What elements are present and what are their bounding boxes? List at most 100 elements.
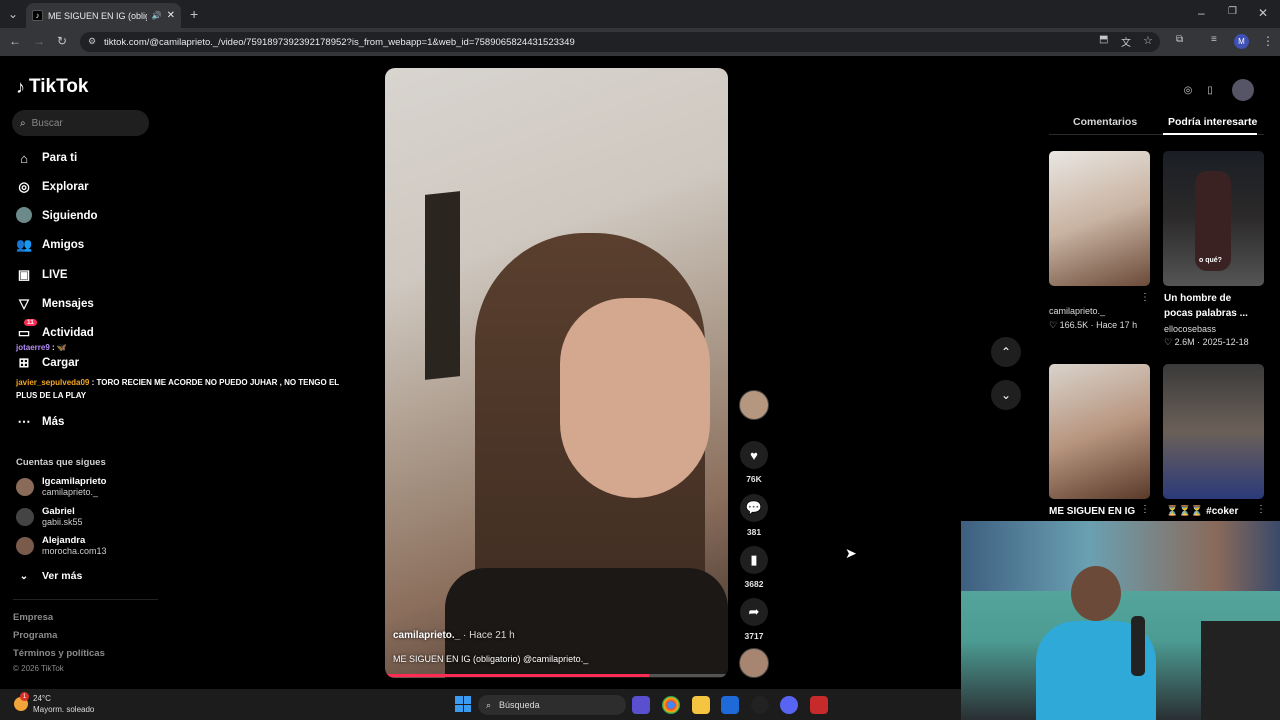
webcam-head — [1071, 566, 1121, 621]
windows-start-icon[interactable] — [455, 696, 471, 712]
site-info-icon[interactable]: ⚙ — [88, 36, 96, 47]
browser-menu-icon[interactable]: ⋮ — [1262, 34, 1274, 48]
coins-icon[interactable]: ◎ — [1177, 79, 1199, 101]
video-title[interactable]: ⏳⏳⏳ #coker — [1166, 504, 1238, 519]
followed-account[interactable]: Gabriel gabii.sk55 — [16, 506, 83, 527]
video-progress-bar[interactable] — [385, 674, 728, 677]
sidebar-item-cargar[interactable]: ⊞ Cargar — [16, 353, 80, 373]
account-name: Gabriel — [42, 506, 75, 517]
sidebar-item-mensajes[interactable]: ▽ Mensajes — [16, 294, 94, 314]
video-author[interactable]: camilaprieto._ · Hace 21 h — [393, 630, 515, 641]
sidebar-item-mas[interactable]: ⋯ Más — [16, 412, 65, 432]
logo-text: TikTok — [29, 76, 89, 97]
search-icon: ⌕ — [20, 117, 26, 129]
tab-comentarios[interactable]: Comentarios — [1073, 116, 1137, 128]
obs-icon[interactable] — [751, 696, 769, 714]
video-more-icon[interactable]: ⋮ — [1140, 504, 1150, 515]
minimize-icon[interactable]: – — [1198, 6, 1205, 20]
footer-link-empresa[interactable]: Empresa — [13, 612, 53, 623]
chrome-icon[interactable] — [662, 696, 680, 714]
save-button[interactable]: ▮ 3682 — [739, 546, 769, 589]
tab-podria-interesarte[interactable]: Podría interesarte — [1168, 116, 1257, 128]
file-explorer-icon[interactable] — [692, 696, 710, 714]
video-likes: 166.5K — [1059, 320, 1089, 330]
maximize-icon[interactable]: ❐ — [1228, 6, 1237, 17]
friends-icon: 👥 — [16, 237, 33, 252]
reading-list-icon[interactable]: ≡ — [1211, 34, 1217, 45]
forward-icon[interactable]: → — [33, 34, 45, 48]
footer-link-programa[interactable]: Programa — [13, 630, 57, 641]
video-user[interactable]: ellocosebass — [1164, 324, 1216, 334]
speaker-icon[interactable]: 🔊 — [152, 11, 162, 20]
share-button[interactable]: ➦ 3717 — [739, 598, 769, 641]
tiktok-logo[interactable]: ♪ TikTok — [16, 76, 88, 98]
video-user[interactable]: camilaprieto._ — [1049, 306, 1105, 316]
weather-widget[interactable]: 24°C Mayorm. soleado — [33, 693, 94, 715]
video-thumbnail[interactable] — [1049, 151, 1150, 286]
avatar — [16, 477, 34, 496]
sidebar-item-label: Mensajes — [42, 298, 94, 310]
close-window-icon[interactable]: ✕ — [1258, 6, 1268, 20]
extensions-icon[interactable]: ⧉ — [1176, 34, 1183, 45]
sidebar-item-actividad[interactable]: ▭ 11 Actividad — [16, 319, 94, 343]
like-count: 76K — [746, 474, 762, 484]
browser-tab[interactable]: ♪ ME SIGUEN EN IG (obligat 🔊 ✕ — [26, 3, 181, 28]
sidebar-item-label: Actividad — [42, 327, 94, 339]
see-more-button[interactable]: ⌄ Ver más — [16, 566, 83, 586]
thumbnail-figure — [1195, 171, 1231, 271]
reload-icon[interactable]: ↻ — [57, 34, 67, 48]
back-icon[interactable]: ← — [9, 34, 21, 48]
avatar — [16, 536, 34, 555]
bookmark-star-icon[interactable]: ☆ — [1143, 34, 1153, 47]
translate-icon[interactable]: 文 — [1121, 34, 1131, 49]
app-icon[interactable] — [810, 696, 828, 714]
followed-account[interactable]: Alejandra morocha.com13 — [16, 535, 107, 556]
home-icon: ⌂ — [20, 150, 28, 166]
followed-account[interactable]: Igcamilaprieto camilaprieto._ — [16, 476, 106, 497]
video-thumbnail[interactable] — [1163, 364, 1264, 499]
account-handle: gabii.sk55 — [42, 517, 83, 527]
weather-temp: 24°C — [33, 694, 51, 703]
sidebar-item-explorar[interactable]: ◎ Explorar — [16, 177, 88, 197]
discord-icon[interactable] — [780, 696, 798, 714]
tab-list-icon[interactable]: ⌄ — [8, 7, 18, 21]
search-input[interactable]: ⌕ Buscar — [12, 110, 149, 136]
store-icon[interactable] — [721, 696, 739, 714]
chevron-up-icon: ⌃ — [1000, 345, 1012, 359]
account-name: Alejandra — [42, 535, 86, 546]
close-tab-icon[interactable]: ✕ — [167, 10, 175, 21]
sidebar-item-siguiendo[interactable]: Siguiendo — [16, 206, 98, 226]
user-avatar[interactable] — [1232, 79, 1254, 101]
sidebar-item-para-ti[interactable]: ⌂ Para ti — [16, 148, 77, 168]
video-more-icon[interactable]: ⋮ — [1256, 504, 1266, 515]
video-thumbnail[interactable]: o qué? — [1163, 151, 1264, 286]
sidebar-item-amigos[interactable]: 👥 Amigos — [16, 235, 84, 255]
profile-avatar[interactable]: M — [1234, 34, 1249, 49]
new-tab-button[interactable]: + — [190, 6, 198, 22]
previous-video-button[interactable]: ⌃ — [991, 337, 1021, 367]
video-more-icon[interactable]: ⋮ — [1140, 292, 1150, 303]
taskbar-search[interactable]: ⌕ Búsqueda — [478, 695, 626, 715]
account-name: Igcamilaprieto — [42, 476, 107, 487]
device-icon[interactable]: ▯ — [1199, 79, 1221, 101]
chevron-down-icon: ⌄ — [19, 570, 29, 582]
next-video-button[interactable]: ⌄ — [991, 380, 1021, 410]
address-bar[interactable]: ⚙ tiktok.com/@camilaprieto._/video/75918… — [80, 32, 1160, 52]
video-title[interactable]: ME SIGUEN EN IG — [1049, 504, 1135, 519]
sidebar-item-live[interactable]: ▣ LIVE — [16, 265, 68, 285]
video-background-frame — [425, 191, 460, 380]
like-button[interactable]: ♥ 76K — [739, 441, 769, 484]
music-disc-avatar[interactable] — [739, 648, 769, 678]
video-title[interactable]: Un hombre de pocas palabras ... — [1164, 291, 1262, 321]
install-icon[interactable]: ⬒ — [1099, 34, 1108, 45]
footer-link-terminos[interactable]: Términos y políticas — [13, 648, 105, 659]
share-count: 3717 — [744, 631, 764, 641]
webcam-chair — [1201, 621, 1280, 720]
see-more-label: Ver más — [42, 570, 83, 582]
video-player[interactable]: camilaprieto._ · Hace 21 h ME SIGUEN EN … — [385, 68, 728, 678]
weather-desc: Mayorm. soleado — [33, 705, 95, 714]
video-thumbnail[interactable] — [1049, 364, 1150, 499]
teams-icon[interactable] — [632, 696, 650, 714]
comment-button[interactable]: 💬 381 — [739, 494, 769, 537]
creator-avatar[interactable] — [739, 390, 769, 420]
